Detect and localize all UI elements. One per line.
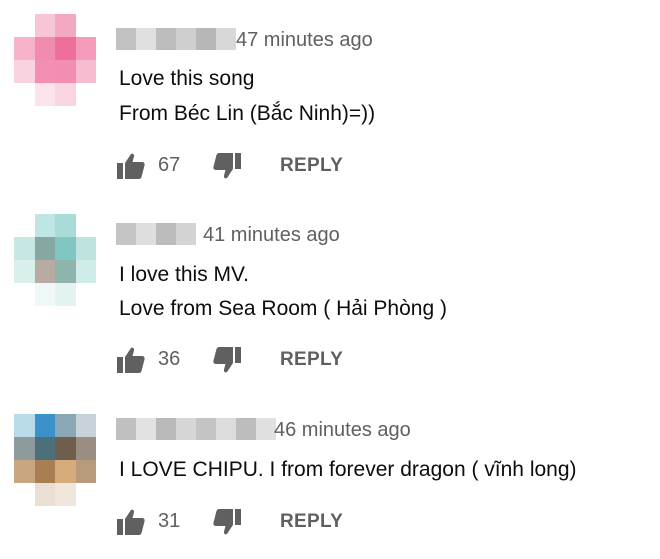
name-blur-block <box>176 28 196 50</box>
avatar[interactable] <box>14 14 96 106</box>
avatar-pixel <box>14 237 35 260</box>
avatar-pixel <box>55 37 76 60</box>
name-blur-block <box>116 418 136 440</box>
name-blur-block <box>196 418 216 440</box>
avatar-pixel <box>55 460 76 483</box>
avatar-pixel <box>75 260 96 283</box>
comment-text-line: I love this MV. <box>119 263 249 286</box>
avatar-pixel <box>14 83 35 106</box>
reply-button[interactable]: REPLY <box>280 348 343 372</box>
avatar-pixel <box>55 437 76 460</box>
comment-timestamp[interactable]: 41 minutes ago <box>203 223 340 247</box>
avatar-pixel <box>55 237 76 260</box>
avatar-pixel <box>14 214 35 237</box>
name-blur-block <box>116 28 136 50</box>
author-name-redacted[interactable] <box>116 28 236 50</box>
avatar-pixel <box>34 460 55 483</box>
thumbs-up-icon[interactable] <box>116 346 146 374</box>
comment-text-line: I LOVE CHIPU. I from forever dragon ( vĩ… <box>119 458 577 481</box>
avatar-pixel <box>34 83 55 106</box>
name-blur-block <box>156 28 176 50</box>
comment-actions: 67 REPLY <box>116 150 516 182</box>
thumbs-up-icon[interactable] <box>116 508 146 536</box>
avatar-pixel <box>55 83 76 106</box>
avatar-pixel <box>14 14 35 37</box>
avatar-pixel <box>75 483 96 506</box>
comment-timestamp[interactable]: 46 minutes ago <box>274 418 411 442</box>
avatar-pixel <box>34 483 55 506</box>
avatar-pixel <box>75 37 96 60</box>
avatar-pixel <box>55 283 76 306</box>
avatar-pixel <box>14 483 35 506</box>
comment-text-line: From Béc Lin (Bắc Ninh)=)) <box>119 102 376 125</box>
comment-actions: 36 REPLY <box>116 344 516 376</box>
name-blur-block <box>156 418 176 440</box>
author-name-redacted[interactable] <box>116 418 276 440</box>
name-blur-block <box>236 418 256 440</box>
thumbs-down-icon[interactable] <box>212 152 242 180</box>
thumbs-up-icon[interactable] <box>116 152 146 180</box>
name-blur-block <box>216 418 236 440</box>
avatar-pixel <box>55 483 76 506</box>
avatar-pixel <box>55 14 76 37</box>
avatar-pixel <box>75 214 96 237</box>
comment-text-line: Love this song <box>119 67 255 90</box>
avatar-pixel <box>34 14 55 37</box>
avatar-pixel <box>55 60 76 83</box>
avatar-pixel <box>75 14 96 37</box>
name-blur-block <box>256 418 276 440</box>
avatar-pixel <box>34 37 55 60</box>
name-blur-block <box>176 223 196 245</box>
avatar-pixel <box>14 260 35 283</box>
avatar-pixel <box>75 414 96 437</box>
name-blur-block <box>216 28 236 50</box>
thumbs-down-icon[interactable] <box>212 346 242 374</box>
comment-item: 46 minutes ago I LOVE CHIPU. I from fore… <box>0 390 660 559</box>
avatar-pixel <box>55 214 76 237</box>
like-count: 67 <box>158 154 181 176</box>
avatar-pixel <box>34 237 55 260</box>
avatar-pixel <box>75 283 96 306</box>
avatar-pixel <box>75 60 96 83</box>
avatar-pixel <box>34 60 55 83</box>
avatar-pixel <box>14 460 35 483</box>
avatar[interactable] <box>14 414 96 506</box>
avatar-pixel <box>55 260 76 283</box>
avatar[interactable] <box>14 214 96 306</box>
like-count: 36 <box>158 348 181 370</box>
avatar-pixel <box>55 414 76 437</box>
avatar-pixel <box>14 60 35 83</box>
thumbs-down-icon[interactable] <box>212 508 242 536</box>
comment-item: 41 minutes ago I love this MV. Love from… <box>0 195 660 390</box>
name-blur-block <box>116 223 136 245</box>
avatar-pixel <box>34 414 55 437</box>
comment-actions: 31 REPLY <box>116 506 516 538</box>
name-blur-block <box>136 223 156 245</box>
avatar-pixel <box>14 437 35 460</box>
comment-timestamp[interactable]: 47 minutes ago <box>236 28 373 52</box>
avatar-pixel <box>34 214 55 237</box>
avatar-pixel <box>75 237 96 260</box>
comment-item: 47 minutes ago Love this song From Béc L… <box>0 0 660 195</box>
avatar-pixel <box>75 437 96 460</box>
comment-text-line: Love from Sea Room ( Hải Phòng ) <box>119 297 447 320</box>
avatar-pixel <box>14 283 35 306</box>
like-count: 31 <box>158 510 181 532</box>
avatar-pixel <box>75 460 96 483</box>
name-blur-block <box>176 418 196 440</box>
reply-button[interactable]: REPLY <box>280 510 343 534</box>
name-blur-block <box>136 418 156 440</box>
avatar-pixel <box>34 260 55 283</box>
avatar-pixel <box>34 283 55 306</box>
avatar-pixel <box>14 37 35 60</box>
reply-button[interactable]: REPLY <box>280 154 343 178</box>
name-blur-block <box>136 28 156 50</box>
avatar-pixel <box>14 414 35 437</box>
author-name-redacted[interactable] <box>116 223 196 245</box>
avatar-pixel <box>34 437 55 460</box>
name-blur-block <box>196 28 216 50</box>
avatar-pixel <box>75 83 96 106</box>
name-blur-block <box>156 223 176 245</box>
